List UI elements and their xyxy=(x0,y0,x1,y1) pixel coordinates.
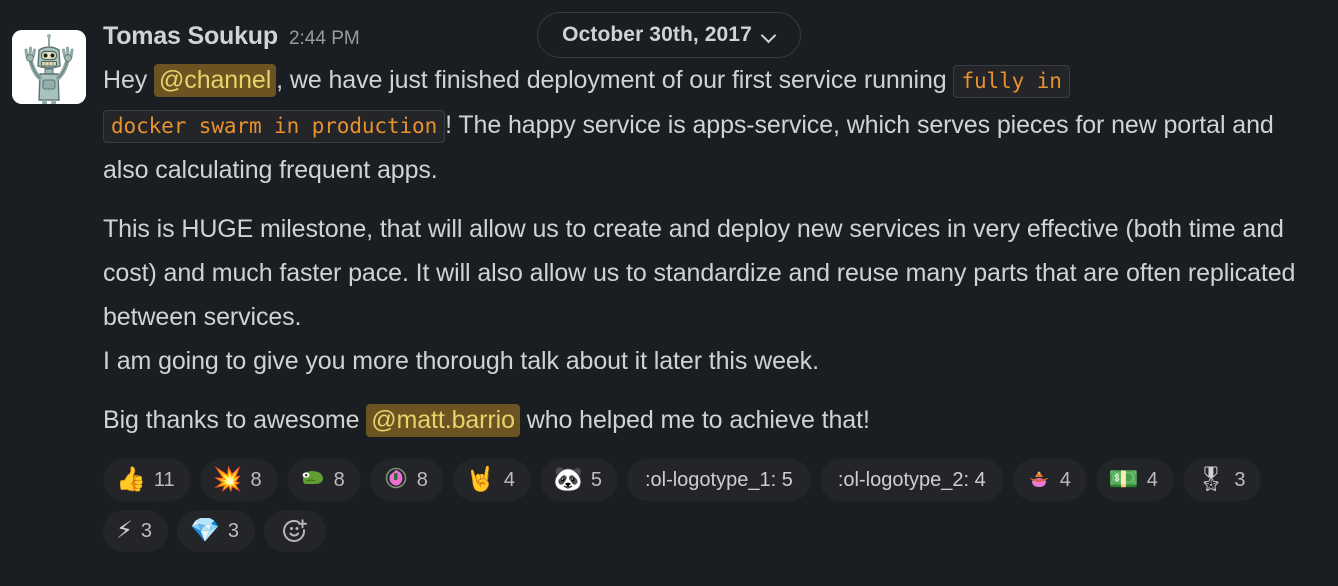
reaction-count: 11 xyxy=(153,468,175,491)
reaction-count: 3 xyxy=(227,519,239,542)
message-paragraph-1: Hey @channel, we have just finished depl… xyxy=(103,58,1318,192)
reaction-sombrero-emoji[interactable]: 4 xyxy=(1012,459,1087,501)
chevron-down-icon xyxy=(762,28,778,44)
gem-icon: 💎 xyxy=(189,517,220,544)
add-reaction-button[interactable] xyxy=(264,510,326,552)
reaction-pink-creature[interactable]: 8 xyxy=(369,459,444,501)
reaction-count: 4 xyxy=(1146,468,1158,491)
add-reaction-icon xyxy=(283,519,307,542)
reaction-count: 4 xyxy=(1059,468,1071,491)
boom-icon: 💥 xyxy=(212,466,243,493)
reaction-zap[interactable]: ⚡ 3 xyxy=(103,510,168,552)
thumbsup-icon: 👍 xyxy=(116,466,146,493)
reaction-label: :ol-logotype_2: 4 xyxy=(837,468,986,491)
medal-icon: 🎖 xyxy=(1195,466,1227,493)
paragraph3-text-after: who helped me to achieve that! xyxy=(519,406,870,434)
reaction-count: 3 xyxy=(1234,468,1246,491)
panda-face-icon: 🐼 xyxy=(552,466,583,493)
sign-of-horns-icon: 🤘 xyxy=(465,466,496,493)
reaction-count: 5 xyxy=(590,468,602,491)
reaction-ol-logotype-1[interactable]: :ol-logotype_1: 5 xyxy=(626,459,811,501)
bender-avatar-icon xyxy=(12,30,86,104)
reaction-panda-face[interactable]: 🐼 5 xyxy=(539,459,618,501)
mention-matt-barrio[interactable]: @matt.barrio xyxy=(366,404,520,437)
reaction-count: 8 xyxy=(416,468,428,491)
code-span-fully-in: fully in xyxy=(953,65,1070,98)
reaction-count: 4 xyxy=(503,468,515,491)
date-divider-label: October 30th, 2017 xyxy=(562,23,752,46)
paragraph2-text: This is HUGE milestone, that will allow … xyxy=(103,215,1296,331)
message-row: Tomas Soukup 2:44 PM Hey @channel, we ha… xyxy=(0,0,1338,560)
green-creature-icon xyxy=(300,465,326,496)
pink-creature-icon xyxy=(383,465,409,496)
date-divider-button[interactable]: October 30th, 2017 xyxy=(537,12,801,58)
reaction-count: 3 xyxy=(140,519,152,542)
zap-icon: ⚡ xyxy=(116,517,133,544)
reaction-green-creature[interactable]: 8 xyxy=(286,459,361,501)
message-paragraph-2: This is HUGE milestone, that will allow … xyxy=(103,207,1318,383)
paragraph1-text-before: Hey xyxy=(103,66,155,94)
reactions-list: 👍 11 💥 8 8 8 🤘 4 🐼 5:ol-logotype_1: 5:ol-logotype… xyxy=(103,459,1318,552)
sombrero-emoji-icon xyxy=(1026,465,1052,496)
message-timestamp[interactable]: 2:44 PM xyxy=(289,28,360,50)
mention-channel[interactable]: @channel xyxy=(154,64,277,97)
reaction-medal[interactable]: 🎖 3 xyxy=(1182,459,1262,501)
money-banknotes-icon: 💵 xyxy=(1108,466,1139,493)
reaction-thumbsup[interactable]: 👍 11 xyxy=(103,459,191,501)
reaction-count: 8 xyxy=(250,468,262,491)
paragraph3-text-before: Big thanks to awesome xyxy=(103,406,367,434)
paragraph2b-text: I am going to give you more thorough tal… xyxy=(103,347,819,375)
reaction-count: 8 xyxy=(333,468,345,491)
reaction-label: :ol-logotype_1: 5 xyxy=(644,468,793,491)
reaction-gem[interactable]: 💎 3 xyxy=(176,510,255,552)
message-paragraph-3: Big thanks to awesome @matt.barrio who h… xyxy=(103,398,1318,442)
reaction-money-banknotes[interactable]: 💵 4 xyxy=(1095,459,1174,501)
code-span-docker-swarm: docker swarm in production xyxy=(103,110,446,143)
message-body: Tomas Soukup 2:44 PM Hey @channel, we ha… xyxy=(103,22,1318,552)
reaction-sign-of-horns[interactable]: 🤘 4 xyxy=(452,459,531,501)
reaction-ol-logotype-2[interactable]: :ol-logotype_2: 4 xyxy=(819,459,1004,501)
sender-name[interactable]: Tomas Soukup xyxy=(103,22,278,51)
avatar[interactable] xyxy=(12,30,86,104)
paragraph1-text-after: , we have just finished deployment of ou… xyxy=(276,66,954,94)
reaction-boom[interactable]: 💥 8 xyxy=(199,459,278,501)
